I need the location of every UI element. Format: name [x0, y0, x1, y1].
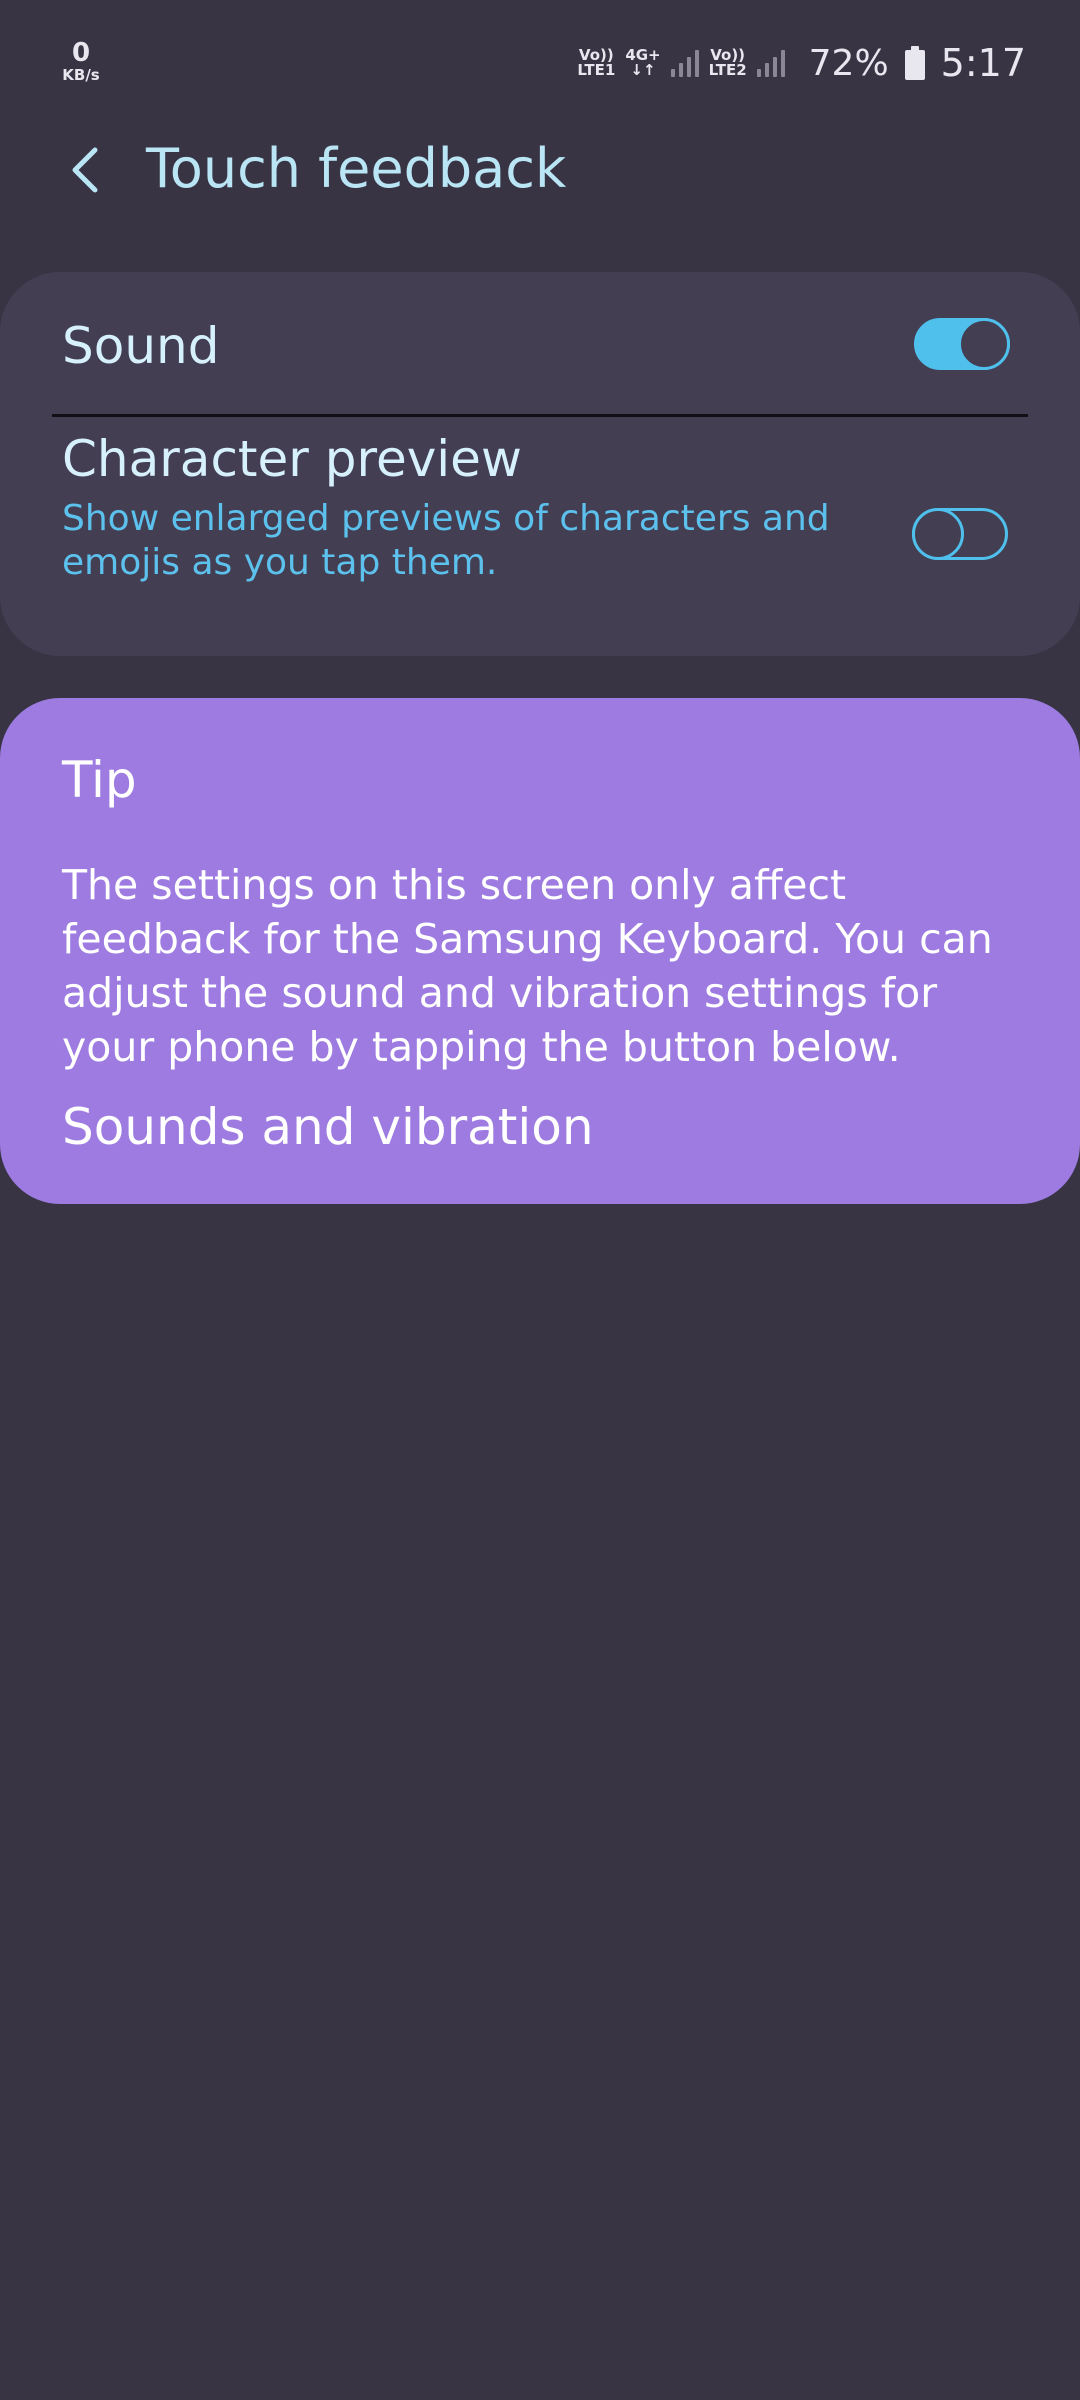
- character-preview-description: Show enlarged previews of characters and…: [62, 498, 830, 583]
- battery-icon: [904, 46, 925, 80]
- page-title: Touch feedback: [146, 137, 567, 200]
- signal-sim2-icon: [756, 49, 785, 77]
- data-activity-arrows: ↓↑: [630, 61, 656, 79]
- tip-body: The settings on this screen only affect …: [62, 861, 993, 1071]
- toggle-knob: [958, 318, 1010, 370]
- touch-feedback-screen: 0 KB/s Vo)) LTE1 4G+ ↓↑ Vo)) LTE2 72% 5:…: [0, 0, 1080, 2400]
- tip-title: Tip: [62, 751, 137, 809]
- battery-percentage: 72%: [808, 42, 889, 84]
- app-bar: Touch feedback: [0, 120, 1080, 220]
- toggle-knob: [912, 508, 964, 560]
- status-icons: Vo)) LTE1 4G+ ↓↑ Vo)) LTE2 72% 5:17: [577, 38, 1026, 88]
- network-speed-unit: KB/s: [62, 66, 100, 84]
- sounds-and-vibration-link[interactable]: Sounds and vibration: [62, 1096, 594, 1158]
- character-preview-label: Character preview: [62, 430, 522, 488]
- character-preview-toggle[interactable]: [912, 508, 1008, 560]
- tip-card: Tip The settings on this screen only aff…: [0, 698, 1080, 1204]
- sound-toggle[interactable]: [914, 318, 1010, 370]
- volte-sim1-bottom: LTE1: [577, 61, 616, 79]
- network-speed-value: 0: [71, 38, 91, 68]
- back-button[interactable]: [50, 130, 120, 210]
- network-speed-indicator: 0 KB/s: [56, 40, 106, 83]
- volte-sim2-icon: Vo)) LTE2: [709, 48, 747, 78]
- clock: 5:17: [940, 41, 1026, 85]
- volte-sim1-icon: Vo)) LTE1: [577, 48, 615, 78]
- chevron-left-icon: [72, 147, 98, 193]
- signal-sim1-icon: [670, 49, 699, 77]
- network-type-icon: 4G+ ↓↑: [625, 48, 660, 78]
- sound-label: Sound: [62, 317, 220, 375]
- volte-sim2-bottom: LTE2: [708, 61, 747, 79]
- status-bar: 0 KB/s Vo)) LTE1 4G+ ↓↑ Vo)) LTE2 72% 5:…: [0, 0, 1080, 120]
